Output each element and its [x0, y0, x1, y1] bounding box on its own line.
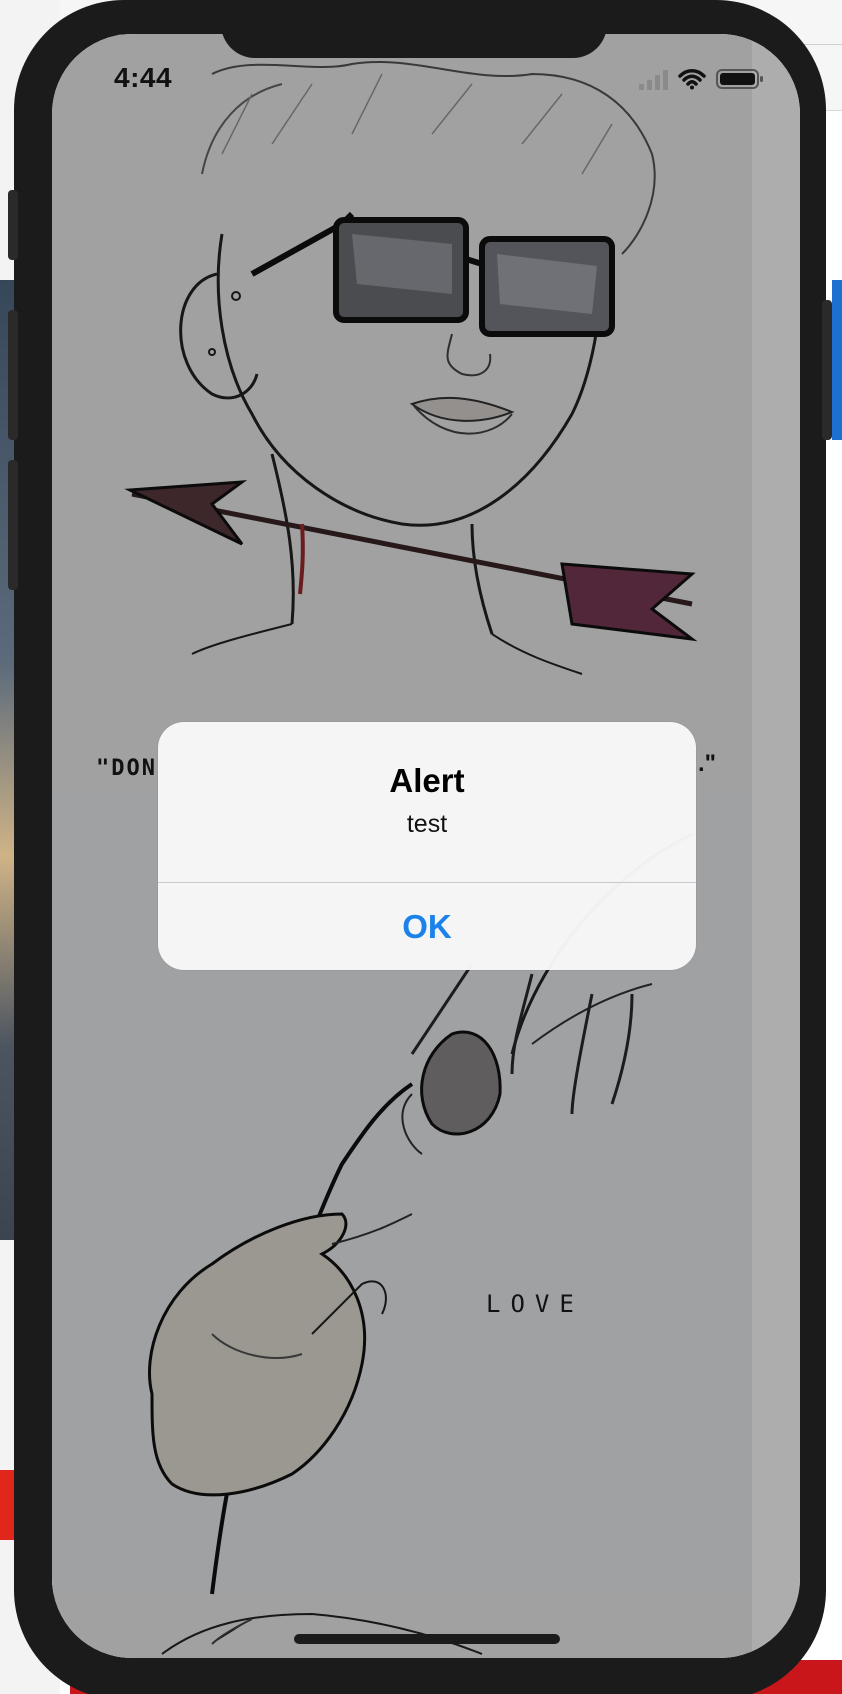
home-indicator[interactable]	[294, 1634, 560, 1644]
alert-ok-button[interactable]: OK	[158, 883, 696, 970]
volume-down-button	[8, 460, 18, 590]
alert-message: test	[406, 810, 448, 838]
simulator-stage: "DON ." LOVE 4:44 Alert test OK	[0, 0, 842, 1694]
side-power-button	[822, 300, 832, 440]
status-bar-time: 4:44	[114, 62, 173, 93]
phone-screen: "DON ." LOVE 4:44 Alert test OK	[52, 34, 800, 1658]
host-blue-strip	[832, 280, 842, 440]
alert-title: Alert	[389, 762, 465, 799]
cellular-signal-icon	[639, 68, 668, 90]
volume-up-button	[8, 310, 18, 440]
wifi-icon	[678, 69, 706, 90]
phone-notch	[221, 0, 607, 58]
battery-icon	[716, 69, 763, 89]
status-bar-icons	[639, 68, 764, 90]
alert-dialog: Alert test OK	[158, 722, 696, 970]
mute-switch	[8, 190, 18, 260]
